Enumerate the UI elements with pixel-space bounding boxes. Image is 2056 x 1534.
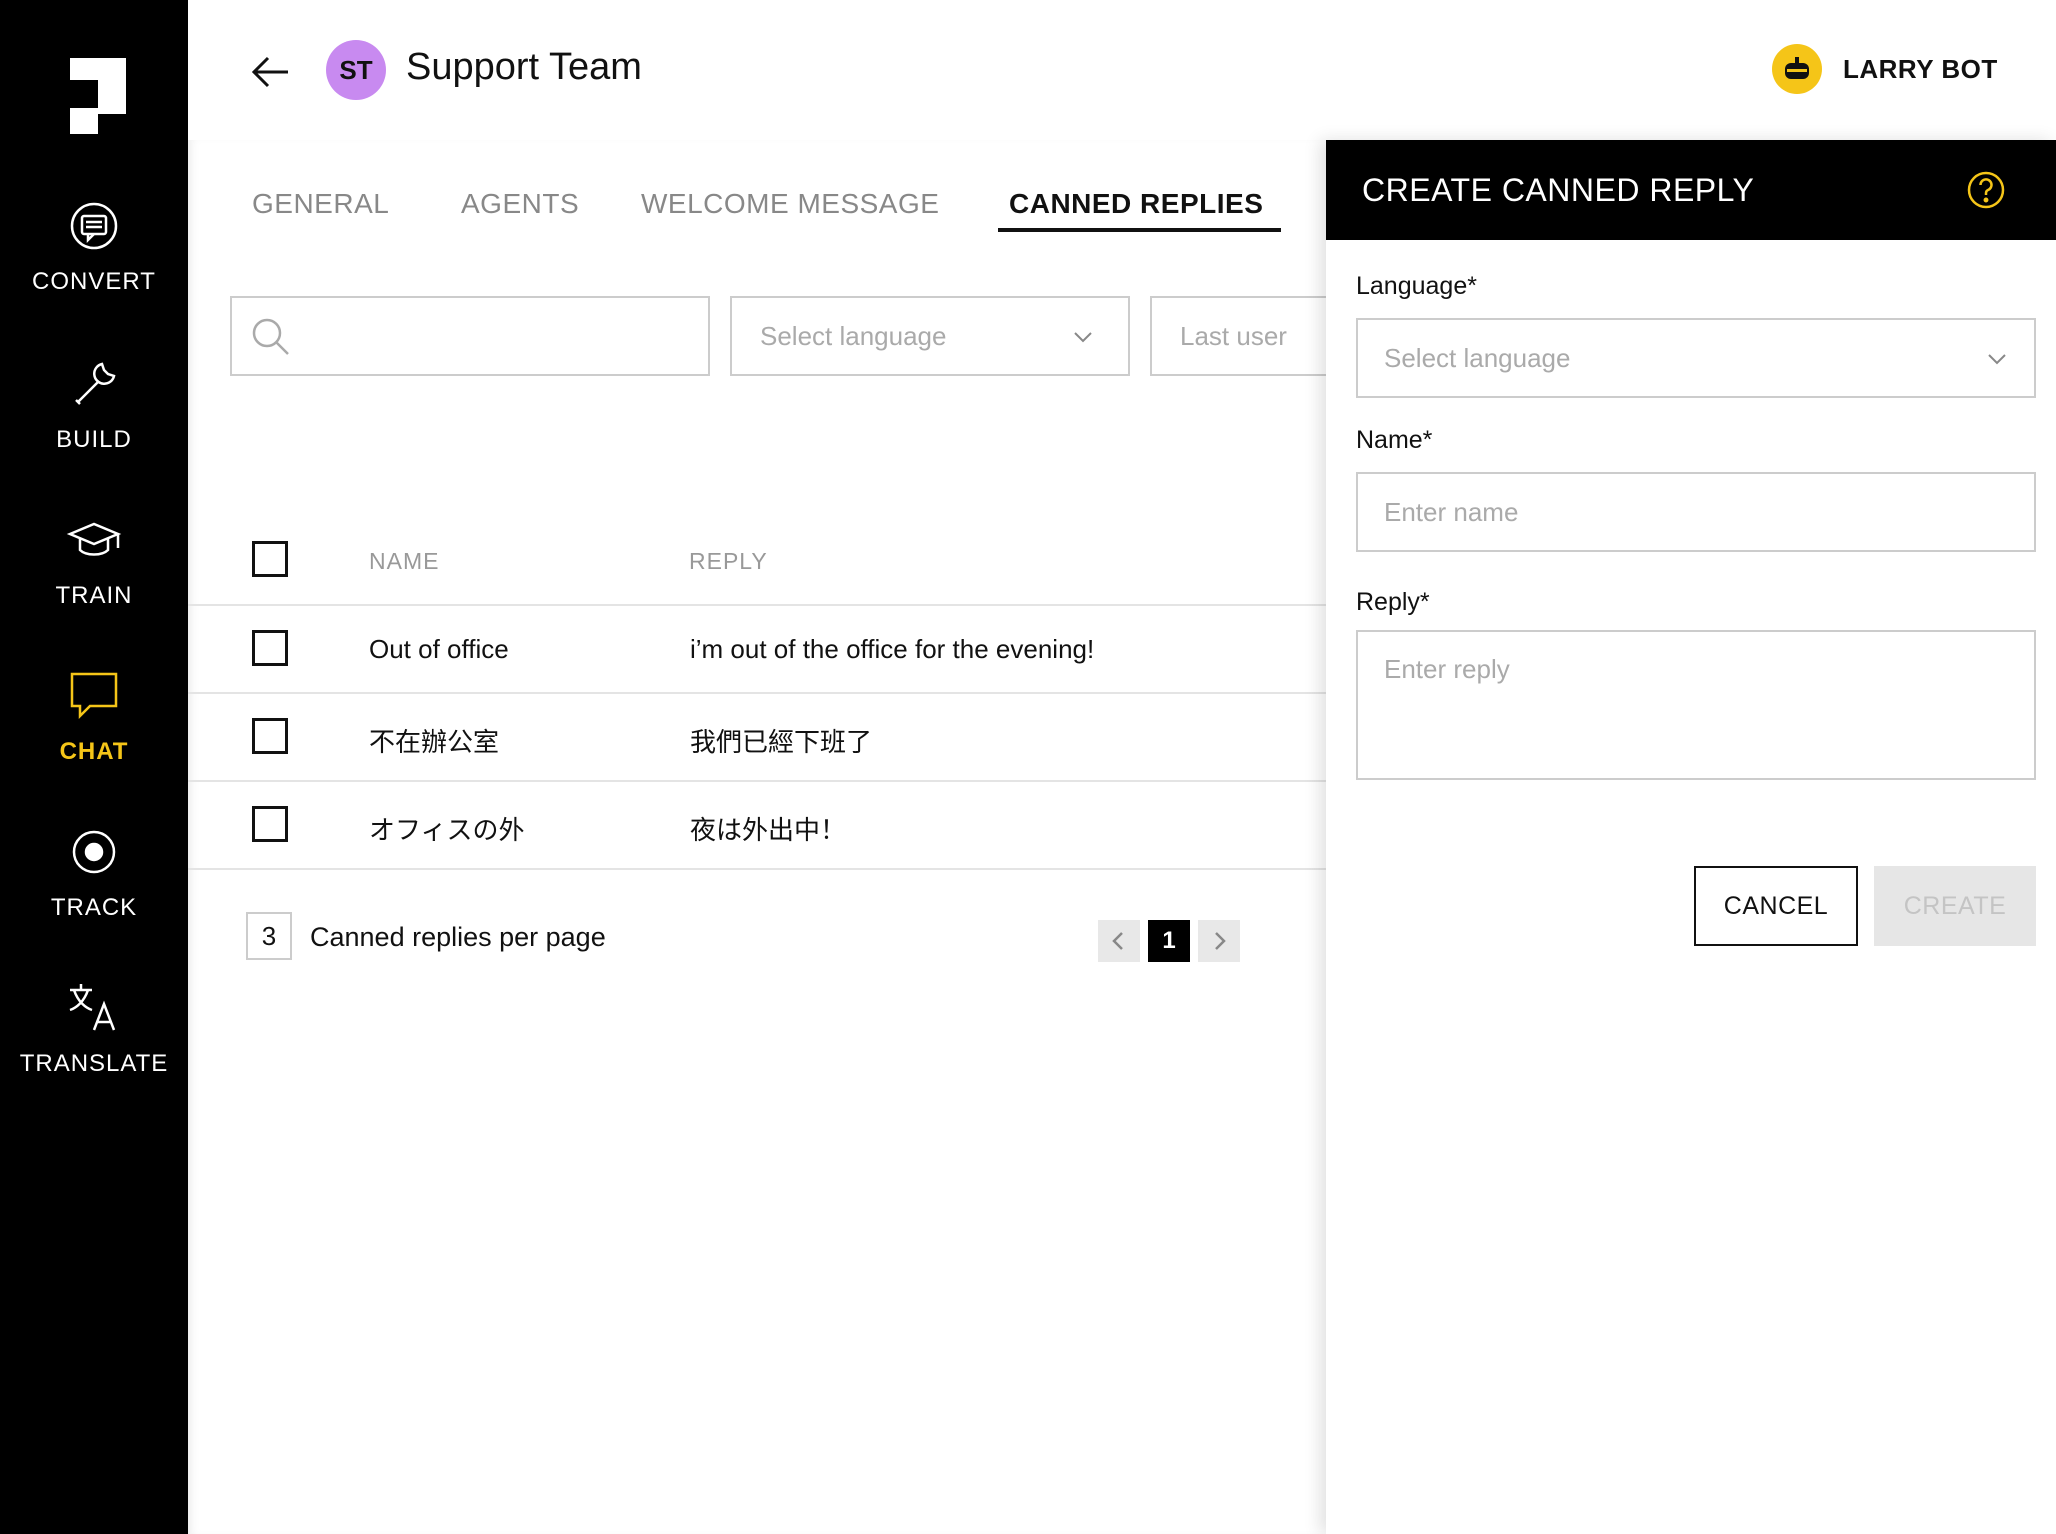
last-user-filter-select[interactable]: Last user xyxy=(1150,296,1350,376)
search-icon xyxy=(252,318,289,355)
nav-item-translate[interactable]: TRANSLATE xyxy=(0,978,188,1078)
help-icon[interactable] xyxy=(1966,170,2006,210)
row-checkbox[interactable] xyxy=(252,630,288,666)
bot-name[interactable]: LARRY BOT xyxy=(1843,54,1998,85)
cancel-button[interactable]: CANCEL xyxy=(1694,866,1858,946)
language-filter-placeholder: Select language xyxy=(760,321,947,351)
nav-label-track: TRACK xyxy=(50,894,138,921)
previous-page-button[interactable] xyxy=(1098,920,1140,962)
tab-agents[interactable]: AGENTS xyxy=(461,188,579,220)
language-select-placeholder: Select language xyxy=(1384,343,1571,373)
chevron-right-icon xyxy=(1215,932,1226,950)
convert-icon xyxy=(70,202,118,250)
reply-textarea[interactable]: Enter reply xyxy=(1356,630,2036,780)
reply-field-label: Reply* xyxy=(1356,588,1430,616)
create-canned-reply-panel: CREATE CANNED REPLY Language* Select lan… xyxy=(1326,140,2056,1534)
search-input[interactable] xyxy=(230,296,710,376)
page-number-button[interactable]: 1 xyxy=(1148,920,1190,962)
last-user-filter-placeholder: Last user xyxy=(1180,321,1287,351)
wrench-icon xyxy=(75,362,116,405)
name-field-label: Name* xyxy=(1356,426,1433,454)
translate-icon xyxy=(69,984,116,1031)
row-reply-cell[interactable]: i’m out of the office for the evening! xyxy=(690,634,1094,665)
page-title: Support Team xyxy=(406,46,642,88)
nav-item-build[interactable]: BUILD xyxy=(0,354,188,454)
tab-canned-replies[interactable]: CANNED REPLIES xyxy=(1009,188,1263,220)
chevron-down-icon xyxy=(1074,332,1092,343)
back-arrow-icon[interactable] xyxy=(248,50,292,94)
tab-general[interactable]: GENERAL xyxy=(252,188,389,220)
sidebar: CONVERT BUILD TRAIN CHAT TRACK TRANSLATE xyxy=(0,0,188,1534)
row-checkbox[interactable] xyxy=(252,718,288,754)
create-button[interactable]: CREATE xyxy=(1874,866,2036,946)
name-input[interactable]: Enter name xyxy=(1356,472,2036,552)
nav-item-convert[interactable]: CONVERT xyxy=(0,196,188,296)
nav-label-chat: CHAT xyxy=(59,738,129,765)
column-header-reply[interactable]: REPLY xyxy=(689,548,768,575)
nav-label-convert: CONVERT xyxy=(32,268,156,295)
chevron-left-icon xyxy=(1112,932,1123,950)
panel-title: CREATE CANNED REPLY xyxy=(1362,172,1755,208)
row-divider xyxy=(188,780,1326,782)
row-divider xyxy=(188,868,1326,870)
nav-item-track[interactable]: TRACK xyxy=(0,822,188,922)
language-filter-select[interactable]: Select language xyxy=(730,296,1130,376)
nav-label-train: TRAIN xyxy=(55,582,133,609)
tab-welcome-message[interactable]: WELCOME MESSAGE xyxy=(641,188,939,220)
row-name-cell[interactable]: オフィスの外 xyxy=(369,810,524,847)
per-page-input[interactable]: 3 xyxy=(246,912,292,960)
column-header-name[interactable]: NAME xyxy=(369,548,439,575)
row-name-cell[interactable]: 不在辦公室 xyxy=(369,722,499,759)
nav-label-build: BUILD xyxy=(56,426,132,453)
top-header: ST Support Team LARRY BOT xyxy=(188,0,2056,140)
select-all-checkbox[interactable] xyxy=(252,541,288,577)
row-divider xyxy=(188,692,1326,694)
chevron-down-icon xyxy=(1988,354,2006,365)
bot-avatar-icon[interactable] xyxy=(1772,44,1822,94)
chat-bubble-icon xyxy=(70,672,118,720)
next-page-button[interactable] xyxy=(1198,920,1240,962)
team-avatar: ST xyxy=(326,40,386,100)
target-icon xyxy=(72,830,116,874)
row-name-cell[interactable]: Out of office xyxy=(369,634,509,665)
row-checkbox[interactable] xyxy=(252,806,288,842)
active-tab-indicator xyxy=(998,228,1281,232)
reply-textarea-placeholder: Enter reply xyxy=(1384,654,1510,684)
language-field-label: Language* xyxy=(1356,272,1477,300)
nav-item-chat[interactable]: CHAT xyxy=(0,666,188,766)
nav-item-train[interactable]: TRAIN xyxy=(0,510,188,610)
nav-label-translate: TRANSLATE xyxy=(19,1050,169,1077)
row-reply-cell[interactable]: 我們已經下班了 xyxy=(690,722,872,759)
main-content: GENERAL AGENTS WELCOME MESSAGE CANNED RE… xyxy=(188,140,1350,1534)
app-logo[interactable] xyxy=(70,58,126,134)
per-page-label: Canned replies per page xyxy=(310,922,606,952)
language-select[interactable]: Select language xyxy=(1356,318,2036,398)
graduation-cap-icon xyxy=(66,522,122,556)
panel-header: CREATE CANNED REPLY xyxy=(1326,140,2056,240)
row-reply-cell[interactable]: 夜は外出中！ xyxy=(690,810,846,847)
name-input-placeholder: Enter name xyxy=(1384,497,1519,527)
row-divider xyxy=(188,604,1326,606)
